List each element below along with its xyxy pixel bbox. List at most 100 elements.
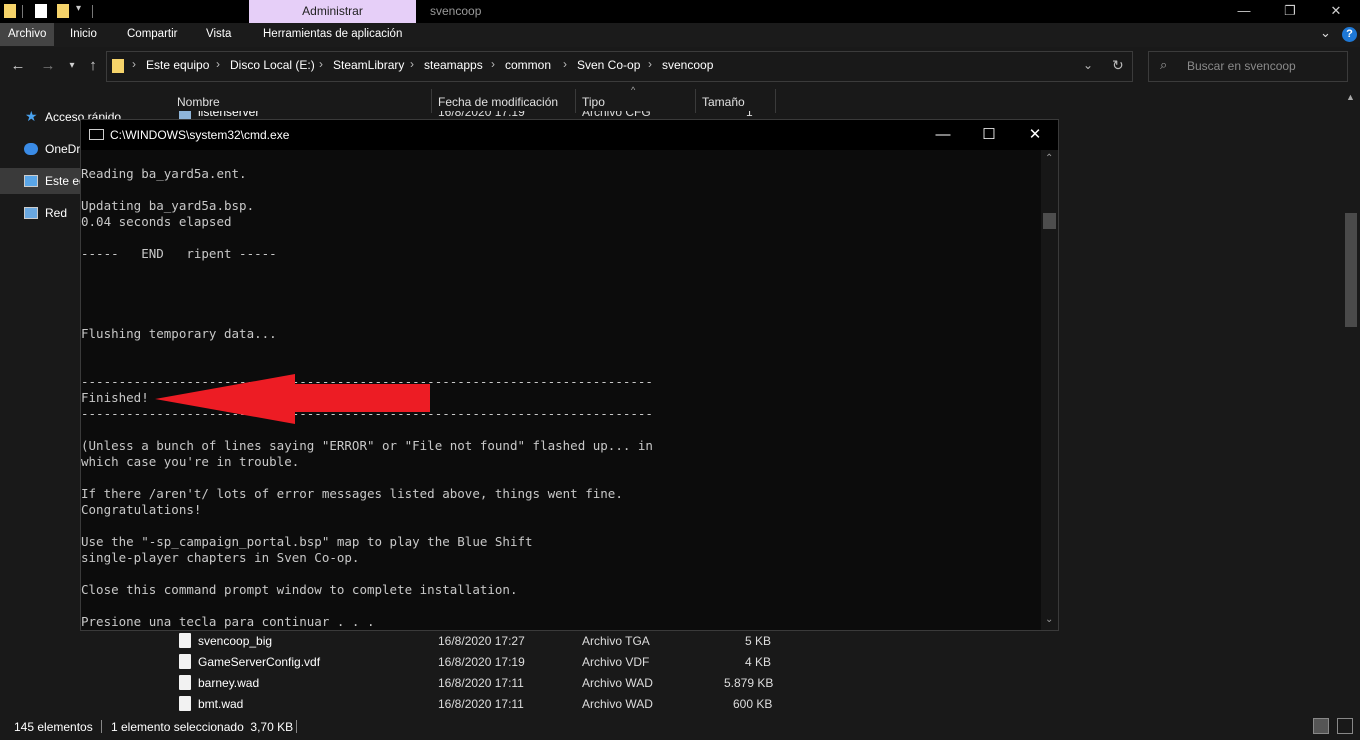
chevron-right-icon[interactable]: ›	[216, 57, 220, 71]
scrollbar-thumb[interactable]	[1345, 213, 1357, 327]
column-tipo[interactable]: Tipo	[582, 95, 605, 109]
chevron-right-icon[interactable]: ›	[410, 57, 414, 71]
scrollbar[interactable]	[1343, 89, 1360, 715]
image-file-icon	[179, 633, 191, 648]
forward-arrow-icon[interactable]: →	[38, 56, 58, 76]
file-icon	[179, 696, 191, 711]
column-divider[interactable]	[775, 89, 776, 113]
crumb-steamlibrary[interactable]: SteamLibrary	[333, 58, 404, 72]
window-title: svencoop	[430, 4, 482, 18]
recent-locations-icon[interactable]: ▾	[62, 56, 82, 76]
cmd-minimize-button[interactable]: —	[920, 120, 966, 150]
tab-herramientas[interactable]: Herramientas de aplicación	[255, 23, 410, 46]
address-dropdown-icon[interactable]: ⌄	[1083, 58, 1093, 72]
file-size: 5 KB	[745, 634, 772, 648]
ribbon-expand-icon[interactable]: ⌄	[1320, 25, 1331, 41]
cmd-scrollbar-thumb[interactable]	[1043, 213, 1056, 229]
scroll-up-icon[interactable]: ▲	[1346, 92, 1355, 102]
crumb-disco-local[interactable]: Disco Local (E:)	[230, 58, 315, 72]
red-arrow-annotation	[155, 374, 430, 424]
folder-icon	[4, 4, 16, 18]
computer-icon	[24, 175, 38, 187]
file-name[interactable]: GameServerConfig.vdf	[198, 655, 320, 669]
crumb-sven-coop[interactable]: Sven Co-op	[577, 58, 640, 72]
console-line: (Unless a bunch of lines saying "ERROR" …	[81, 438, 653, 453]
console-line: If there /aren't/ lots of error messages…	[81, 486, 623, 501]
chevron-right-icon[interactable]: ›	[563, 57, 567, 71]
console-line: which case you're in trouble.	[81, 454, 300, 469]
file-date: 16/8/2020 17:27	[438, 634, 525, 648]
file-date: 16/8/2020 17:11	[438, 676, 524, 690]
divider	[92, 5, 93, 18]
title-bar	[0, 0, 1360, 23]
crumb-steamapps[interactable]: steamapps	[424, 58, 483, 72]
console-line: Close this command prompt window to comp…	[81, 582, 518, 597]
divider	[22, 5, 23, 18]
help-icon[interactable]: ?	[1342, 27, 1357, 42]
search-placeholder: Buscar en svencoop	[1187, 59, 1296, 73]
crumb-este-equipo[interactable]: Este equipo	[146, 58, 209, 72]
new-folder-icon[interactable]	[57, 4, 69, 18]
cmd-close-button[interactable]: ✕	[1012, 120, 1058, 150]
file-name: listenserver	[198, 111, 260, 119]
item-count: 145 elementos	[14, 720, 93, 734]
chevron-right-icon[interactable]: ›	[319, 57, 323, 71]
maximize-button[interactable]: ❐	[1267, 0, 1313, 23]
crumb-common[interactable]: common	[505, 58, 551, 72]
column-fecha[interactable]: Fecha de modificación	[438, 95, 558, 109]
context-tab-administrar[interactable]: Administrar	[249, 0, 416, 23]
file-name[interactable]: svencoop_big	[198, 634, 272, 648]
file-icon	[179, 654, 191, 669]
star-icon: ★	[25, 108, 38, 124]
nav-item-onedrive[interactable]: OneDr	[45, 142, 80, 156]
details-view-icon[interactable]	[1313, 718, 1329, 734]
divider	[296, 720, 297, 733]
column-divider[interactable]	[431, 89, 432, 113]
file-date: 16/8/2020 17:11	[438, 697, 524, 711]
file-type: Archivo TGA	[582, 634, 650, 648]
column-divider[interactable]	[575, 89, 576, 113]
refresh-icon[interactable]: ↻	[1112, 57, 1124, 74]
close-button[interactable]: ✕	[1313, 0, 1359, 23]
search-icon: ⌕	[1160, 57, 1168, 72]
chevron-right-icon[interactable]: ›	[491, 57, 495, 71]
back-arrow-icon[interactable]: ←	[8, 56, 28, 76]
cmd-title: C:\WINDOWS\system32\cmd.exe	[110, 128, 290, 142]
chevron-right-icon[interactable]: ›	[648, 57, 652, 71]
cmd-maximize-button[interactable]: ☐	[966, 120, 1012, 150]
nav-item-red[interactable]: Red	[45, 206, 67, 220]
console-line: Presione una tecla para continuar . . .	[81, 614, 375, 629]
file-name[interactable]: barney.wad	[198, 676, 259, 690]
console-line: Reading ba_yard5a.ent.	[81, 166, 247, 181]
properties-icon[interactable]	[35, 4, 47, 18]
sort-ascending-icon: ^	[631, 85, 636, 95]
scroll-up-icon[interactable]: ⌃	[1045, 153, 1053, 164]
chevron-right-icon[interactable]: ›	[132, 57, 136, 71]
large-icons-view-icon[interactable]	[1337, 718, 1353, 734]
tab-archivo[interactable]: Archivo	[0, 23, 55, 46]
file-name[interactable]: bmt.wad	[198, 697, 243, 711]
file-date: 16/8/2020 17:19	[438, 655, 525, 669]
customize-qat-icon[interactable]: ▾	[76, 3, 81, 14]
file-size: 600 KB	[733, 697, 773, 711]
console-line: ----- END ripent -----	[81, 246, 277, 261]
tab-inicio[interactable]: Inicio	[62, 23, 105, 46]
console-line: single-player chapters in Sven Co-op.	[81, 550, 360, 565]
column-nombre[interactable]: Nombre	[177, 95, 220, 109]
column-tamano[interactable]: Tamaño	[702, 95, 745, 109]
crumb-svencoop[interactable]: svencoop	[662, 58, 713, 72]
column-divider[interactable]	[695, 89, 696, 113]
file-type: Archivo WAD	[582, 697, 653, 711]
tab-vista[interactable]: Vista	[198, 23, 239, 46]
scroll-down-icon[interactable]: ⌄	[1045, 614, 1053, 625]
up-arrow-icon[interactable]: ↑	[83, 56, 103, 76]
tab-compartir[interactable]: Compartir	[119, 23, 185, 46]
minimize-button[interactable]: —	[1221, 0, 1267, 23]
folder-icon	[112, 59, 124, 73]
